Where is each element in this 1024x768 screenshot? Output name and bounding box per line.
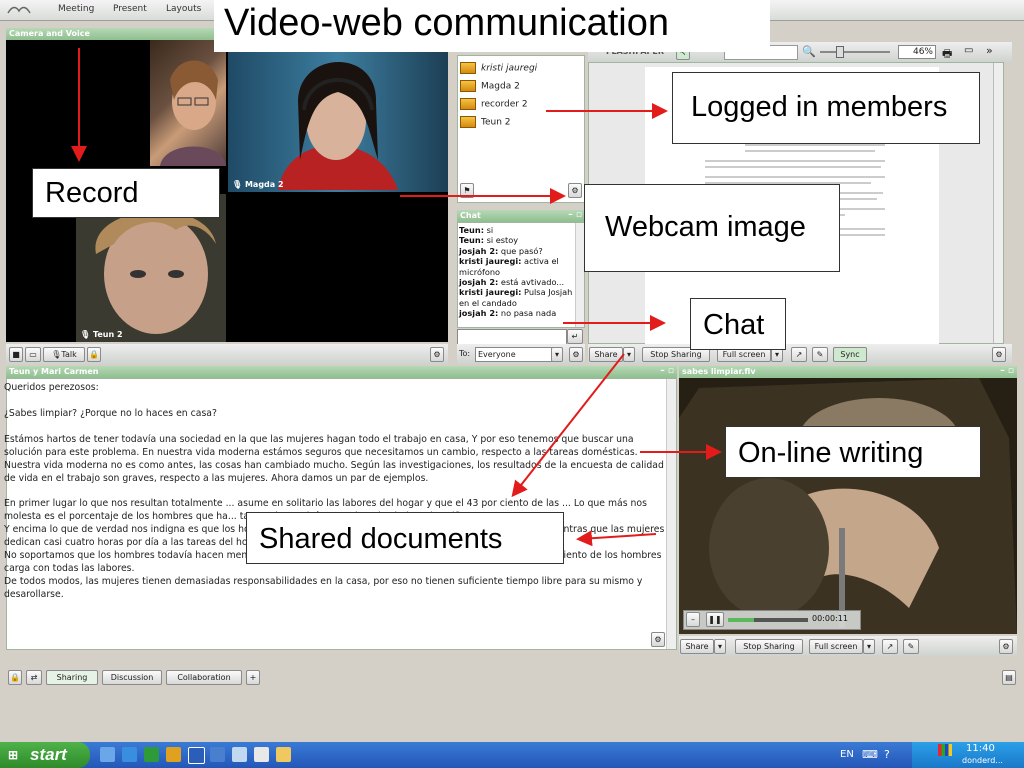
- callout-online-writing: On-line writing: [725, 426, 981, 478]
- arrow-shared-docs: [511, 353, 625, 498]
- arrow-online-writing-2: [576, 530, 657, 547]
- callout-record: Record: [32, 168, 220, 218]
- callout-shared-docs: Shared documents: [246, 512, 564, 564]
- callout-webcam: Webcam image: [584, 184, 840, 272]
- callout-chat: Chat: [690, 298, 786, 350]
- callout-logged-in: Logged in members: [672, 72, 980, 144]
